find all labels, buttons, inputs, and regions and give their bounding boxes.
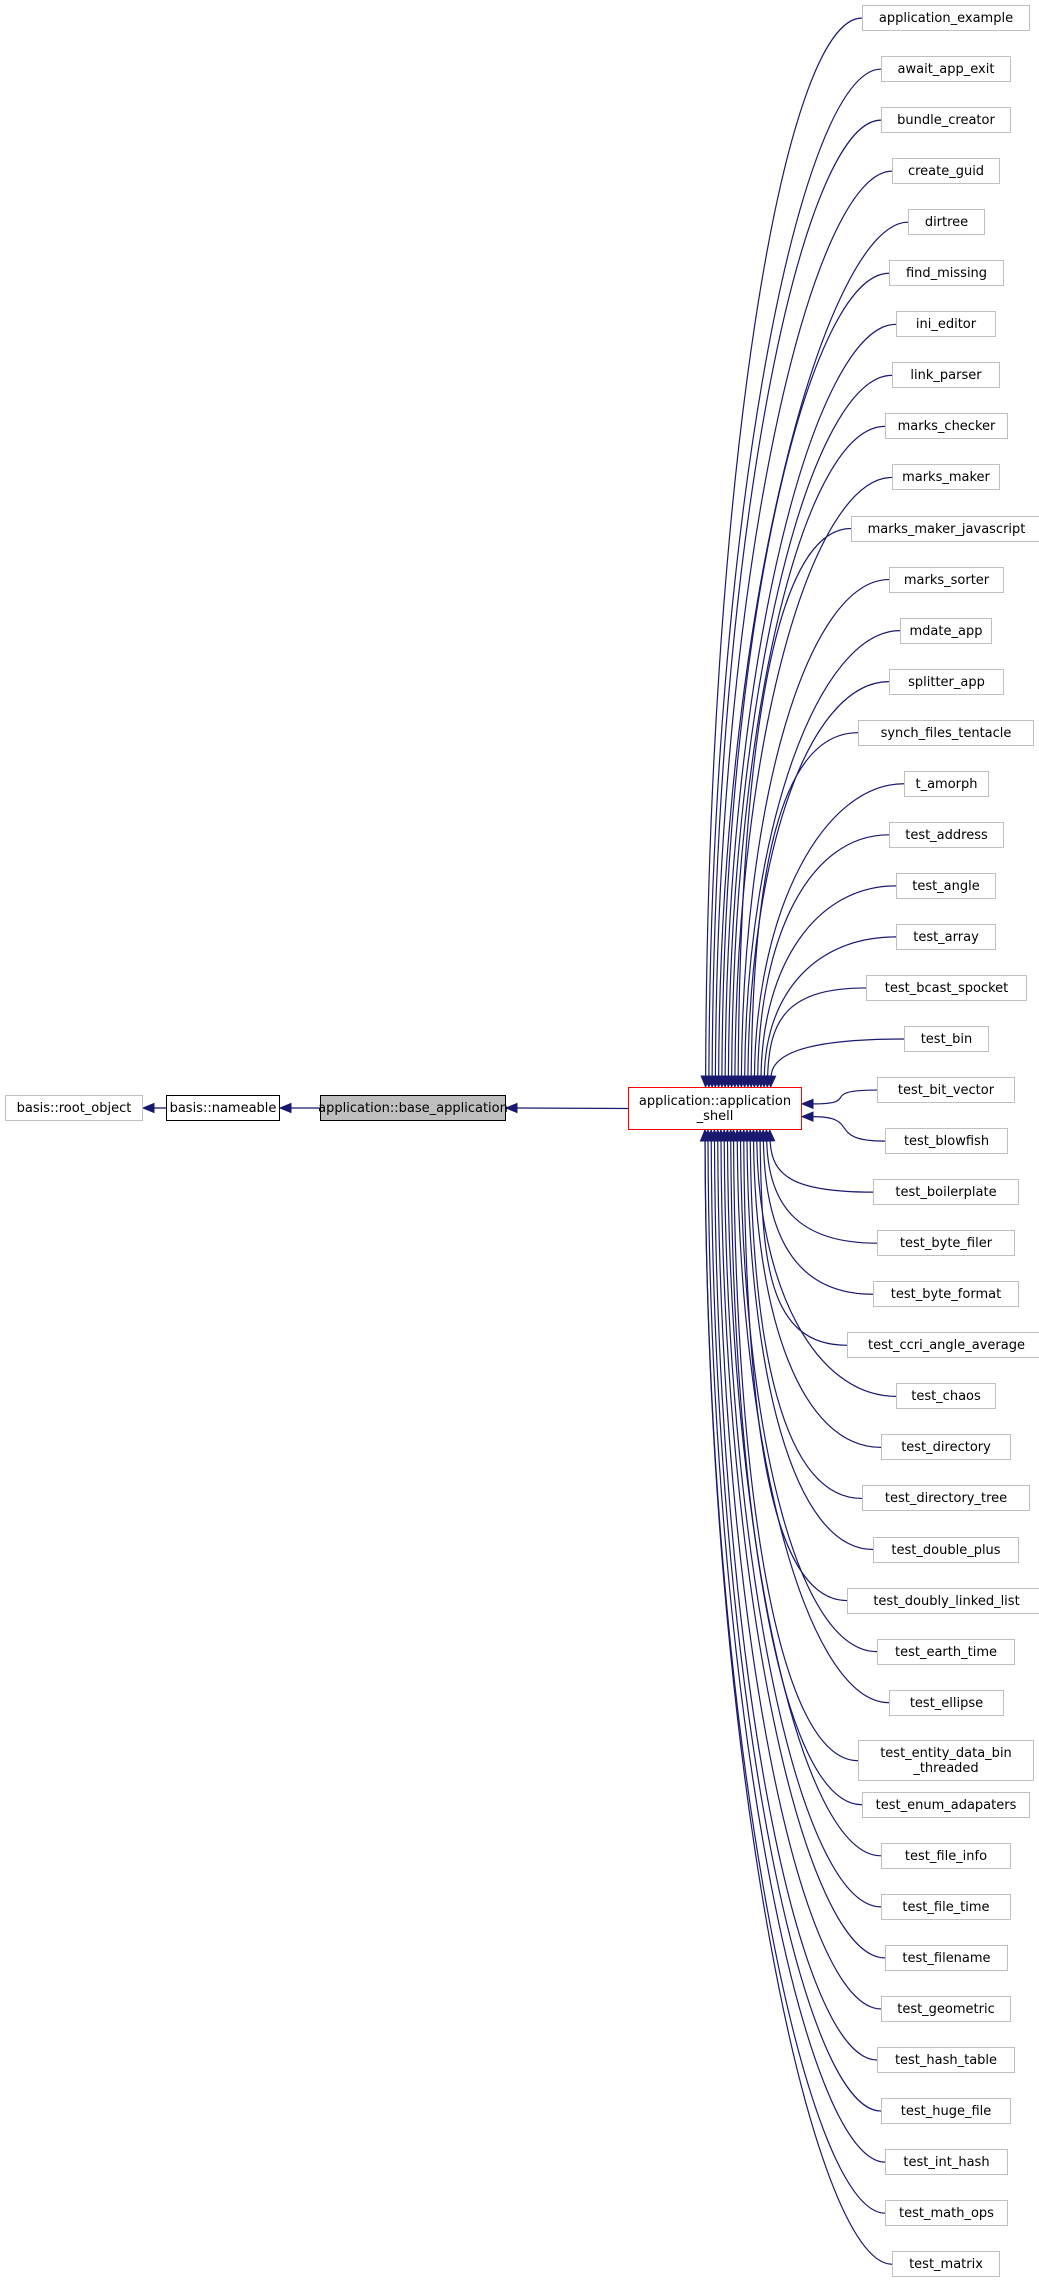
inheritance-arrowhead [800, 1111, 814, 1122]
inheritance-arrowhead [278, 1102, 292, 1114]
node-t-amorph[interactable]: t_amorph [904, 771, 989, 797]
node-basis-nameable[interactable]: basis::nameable [166, 1095, 280, 1121]
node-splitter-app[interactable]: splitter_app [889, 669, 1004, 695]
node-test-array[interactable]: test_array [896, 924, 996, 950]
inheritance-arrowhead [800, 1098, 814, 1110]
node-test-byte-filer[interactable]: test_byte_filer [877, 1230, 1015, 1256]
node-test-matrix[interactable]: test_matrix [892, 2251, 1000, 2277]
node-application-application-shell[interactable]: application::application _shell [628, 1087, 802, 1130]
inheritance-edge [762, 1140, 874, 1295]
node-test-directory[interactable]: test_directory [881, 1434, 1011, 1460]
node-basis-root-object[interactable]: basis::root_object [5, 1095, 143, 1121]
node-test-entity-data-bin-threaded[interactable]: test_entity_data_bin _threaded [858, 1740, 1034, 1781]
node-test-byte-format[interactable]: test_byte_format [873, 1281, 1019, 1307]
node-test-geometric[interactable]: test_geometric [881, 1996, 1011, 2022]
inheritance-edge [515, 1107, 629, 1110]
node-link-parser[interactable]: link_parser [892, 362, 1000, 388]
node-test-enum-adapaters[interactable]: test_enum_adapaters [862, 1792, 1030, 1818]
inheritance-edge [812, 1089, 878, 1105]
node-test-file-time[interactable]: test_file_time [881, 1894, 1011, 1920]
node-dirtree[interactable]: dirtree [908, 209, 985, 235]
inheritance-edge [721, 272, 890, 1077]
inheritance-edge [749, 1140, 863, 1500]
inheritance-edge [753, 783, 905, 1077]
inheritance-edge [732, 1140, 859, 1762]
node-test-filename[interactable]: test_filename [885, 1945, 1008, 1971]
node-find-missing[interactable]: find_missing [889, 260, 1004, 286]
node-test-huge-file[interactable]: test_huge_file [881, 2098, 1011, 2124]
node-synch-files-tentacle[interactable]: synch_files_tentacle [858, 720, 1034, 746]
inheritance-edge [708, 68, 882, 1077]
node-test-earth-time[interactable]: test_earth_time [877, 1639, 1015, 1665]
node-marks-checker[interactable]: marks_checker [885, 413, 1008, 439]
inheritance-graph-edges [141, 17, 909, 2265]
node-test-file-info[interactable]: test_file_info [881, 1843, 1011, 1869]
node-create-guid[interactable]: create_guid [892, 158, 1000, 184]
node-test-bcast-spocket[interactable]: test_bcast_spocket [866, 975, 1027, 1001]
node-marks-maker-javascript[interactable]: marks_maker_javascript [851, 516, 1039, 542]
node-test-blowfish[interactable]: test_blowfish [885, 1128, 1008, 1154]
edges-layer [141, 17, 909, 2265]
inheritance-edge [770, 1038, 905, 1077]
node-test-hash-table[interactable]: test_hash_table [877, 2047, 1015, 2073]
node-test-ellipse[interactable]: test_ellipse [889, 1690, 1004, 1716]
inheritance-edge [812, 1116, 886, 1142]
node-marks-maker[interactable]: marks_maker [892, 464, 1000, 490]
node-test-directory-tree[interactable]: test_directory_tree [862, 1485, 1030, 1511]
inheritance-edge [737, 527, 852, 1077]
node-application-base-application: application::base_application [318, 1095, 508, 1121]
node-test-double-plus[interactable]: test_double_plus [873, 1537, 1019, 1563]
node-mdate-app[interactable]: mdate_app [900, 618, 992, 644]
node-await-app-exit[interactable]: await_app_exit [881, 56, 1011, 82]
node-test-angle[interactable]: test_angle [896, 873, 996, 899]
node-test-chaos[interactable]: test_chaos [896, 1383, 996, 1409]
node-application-example[interactable]: application_example [862, 5, 1030, 31]
node-test-math-ops[interactable]: test_math_ops [885, 2200, 1008, 2226]
inheritance-edge [763, 936, 897, 1077]
inheritance-edge [736, 1140, 890, 1704]
node-test-boilerplate[interactable]: test_boilerplate [873, 1179, 1019, 1205]
inheritance-edge [711, 119, 882, 1077]
node-bundle-creator[interactable]: bundle_creator [881, 107, 1011, 133]
node-test-bin[interactable]: test_bin [904, 1026, 989, 1052]
inheritance-edge [720, 1140, 886, 1959]
node-test-bit-vector[interactable]: test_bit_vector [877, 1077, 1015, 1103]
inheritance-edge [769, 1140, 874, 1193]
node-marks-sorter[interactable]: marks_sorter [889, 567, 1004, 593]
node-test-address[interactable]: test_address [889, 822, 1004, 848]
inheritance-arrowhead [141, 1102, 155, 1114]
node-test-int-hash[interactable]: test_int_hash [885, 2149, 1008, 2175]
node-ini-editor[interactable]: ini_editor [896, 311, 996, 337]
inheritance-edge [705, 17, 863, 1077]
inheritance-edge [750, 732, 859, 1077]
inheritance-edge [744, 630, 901, 1077]
node-test-doubly-linked-list[interactable]: test_doubly_linked_list [847, 1588, 1039, 1614]
node-test-ccri-angle-average[interactable]: test_ccri_angle_average [847, 1332, 1039, 1358]
